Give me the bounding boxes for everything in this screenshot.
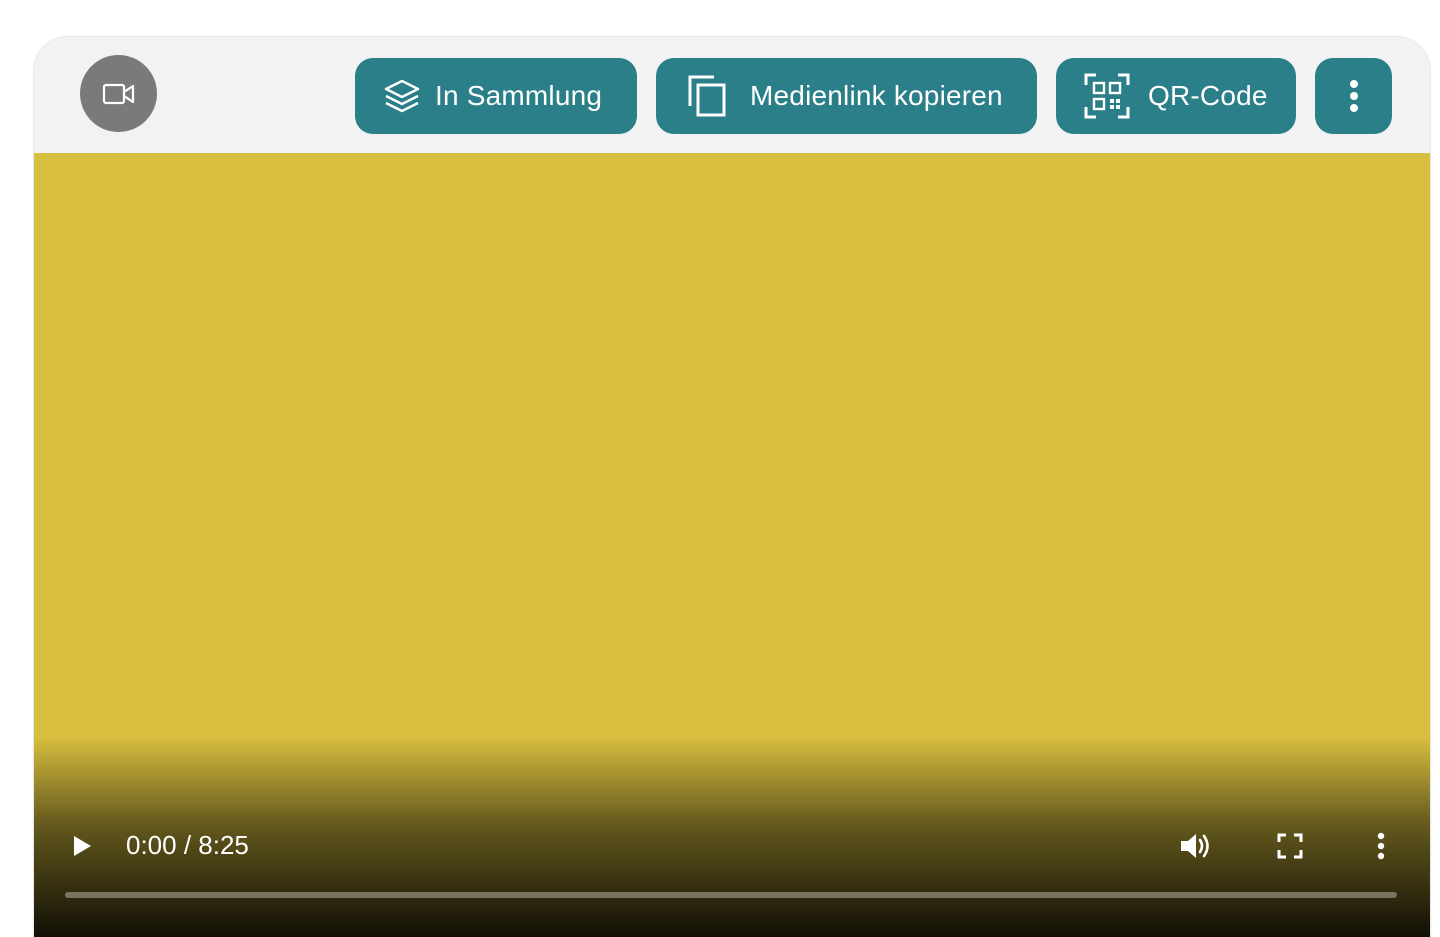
volume-button[interactable] <box>1176 828 1216 864</box>
more-options-button[interactable] <box>1315 58 1392 134</box>
add-to-collection-button[interactable]: In Sammlung <box>355 58 637 134</box>
more-vertical-icon <box>1349 79 1359 113</box>
video-camera-icon <box>102 83 134 104</box>
fullscreen-button[interactable] <box>1272 828 1308 864</box>
more-vertical-icon <box>1377 832 1385 860</box>
layers-icon <box>383 77 421 115</box>
play-icon <box>74 836 91 856</box>
media-toolbar: In Sammlung Medienlink kopieren QR-Code <box>34 37 1430 153</box>
volume-icon <box>1181 834 1209 858</box>
player-menu-button[interactable] <box>1366 828 1396 864</box>
copy-icon <box>686 74 728 118</box>
fullscreen-icon <box>1277 833 1303 859</box>
play-button[interactable] <box>64 828 100 864</box>
video-player[interactable]: 0:00 / 8:25 <box>34 153 1430 937</box>
time-display: 0:00 / 8:25 <box>126 830 249 860</box>
progress-bar[interactable] <box>65 892 1397 898</box>
copy-media-link-button[interactable]: Medienlink kopieren <box>656 58 1037 134</box>
qr-code-label: QR-Code <box>1148 80 1268 111</box>
media-card: In Sammlung Medienlink kopieren QR-Code … <box>34 37 1430 937</box>
qr-code-icon <box>1084 73 1130 119</box>
media-type-badge <box>80 55 157 132</box>
qr-code-button[interactable]: QR-Code <box>1056 58 1296 134</box>
copy-media-link-label: Medienlink kopieren <box>750 80 1003 111</box>
add-to-collection-label: In Sammlung <box>435 80 603 111</box>
